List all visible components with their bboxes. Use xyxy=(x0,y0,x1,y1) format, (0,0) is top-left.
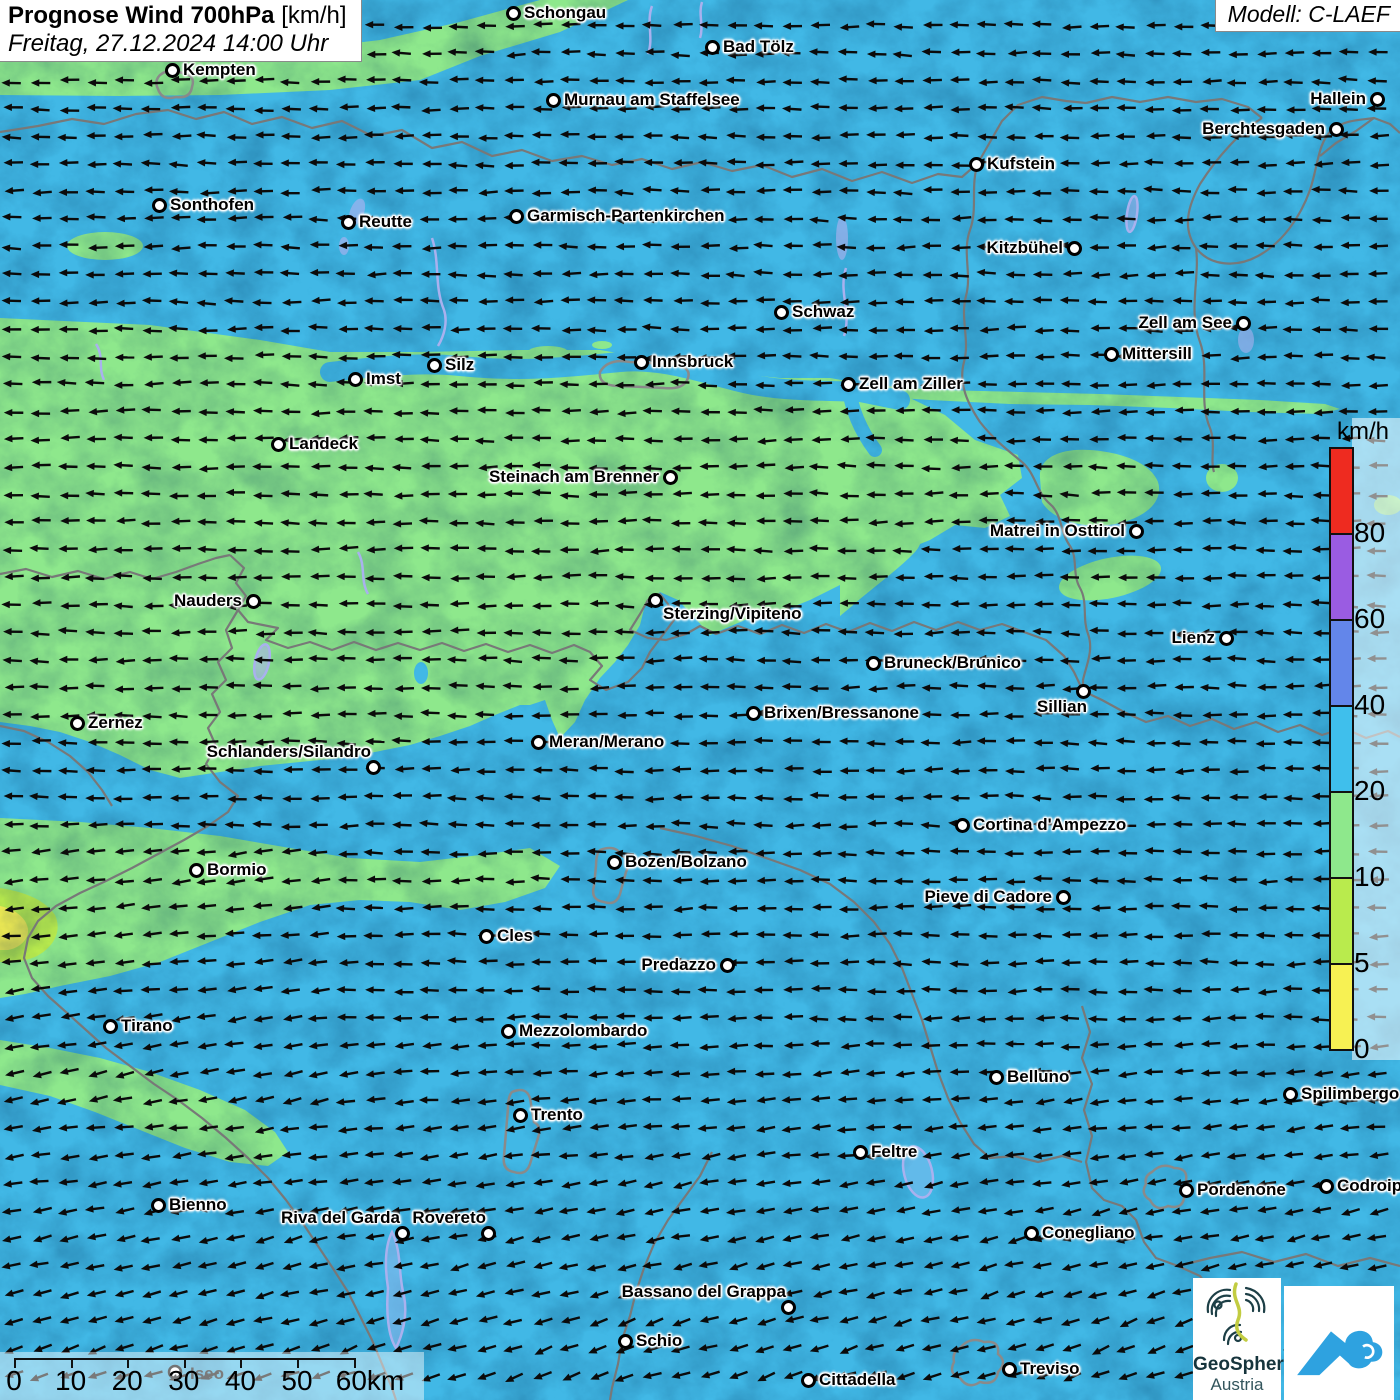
model-label: Modell: C-LAEF xyxy=(1215,0,1400,32)
legend-level-label: 60 xyxy=(1354,603,1385,635)
map-title: Prognose Wind 700hPa [km/h] xyxy=(8,2,353,30)
legend-segment xyxy=(1331,707,1352,793)
scalebar-number: 20 xyxy=(112,1365,143,1397)
geosphere-swirl-icon xyxy=(1194,1278,1280,1352)
map-scalebar: 0 10 20 30 40 50 60km xyxy=(0,1352,424,1400)
legend-segment xyxy=(1331,621,1352,707)
legend-segment xyxy=(1331,449,1352,535)
legend-segment xyxy=(1331,879,1352,965)
scalebar-number: 40 xyxy=(225,1365,256,1397)
legend-level-label: 80 xyxy=(1354,517,1385,549)
scalebar-number: 30 xyxy=(168,1365,199,1397)
legend-segment xyxy=(1331,965,1352,1049)
legend-segment xyxy=(1331,793,1352,879)
legend-level-label: 20 xyxy=(1354,775,1385,807)
forecast-map-screen: Iseo SchongauBad TölzKemptenMurnau am St… xyxy=(0,0,1400,1400)
partner-logo-box xyxy=(1284,1286,1394,1400)
map-datetime: Freitag, 27.12.2024 14:00 Uhr xyxy=(8,30,353,58)
wind-speed-legend: km/h 806040201050 xyxy=(1329,418,1400,1060)
scalebar-number: 10 xyxy=(55,1365,86,1397)
scalebar-number: 60km xyxy=(336,1365,404,1397)
scalebar-number: 0 xyxy=(6,1365,22,1397)
legend-colorbar xyxy=(1329,447,1354,1051)
wind-speed-map: Iseo xyxy=(0,0,1400,1400)
title-box: Prognose Wind 700hPa [km/h] Freitag, 27.… xyxy=(0,0,362,62)
legend-level-label: 5 xyxy=(1354,947,1370,979)
legend-unit: km/h xyxy=(1337,418,1389,446)
geosphere-logo-box: GeoSphere Austria xyxy=(1193,1278,1281,1400)
scalebar-number: 50 xyxy=(281,1365,312,1397)
geosphere-wordmark: GeoSphere xyxy=(1193,1355,1281,1375)
legend-level-label: 40 xyxy=(1354,689,1385,721)
legend-segment xyxy=(1331,535,1352,621)
legend-level-label: 0 xyxy=(1354,1033,1370,1065)
legend-level-label: 10 xyxy=(1354,861,1385,893)
mountain-logo-icon xyxy=(1290,1297,1388,1389)
geosphere-country: Austria xyxy=(1193,1375,1281,1394)
